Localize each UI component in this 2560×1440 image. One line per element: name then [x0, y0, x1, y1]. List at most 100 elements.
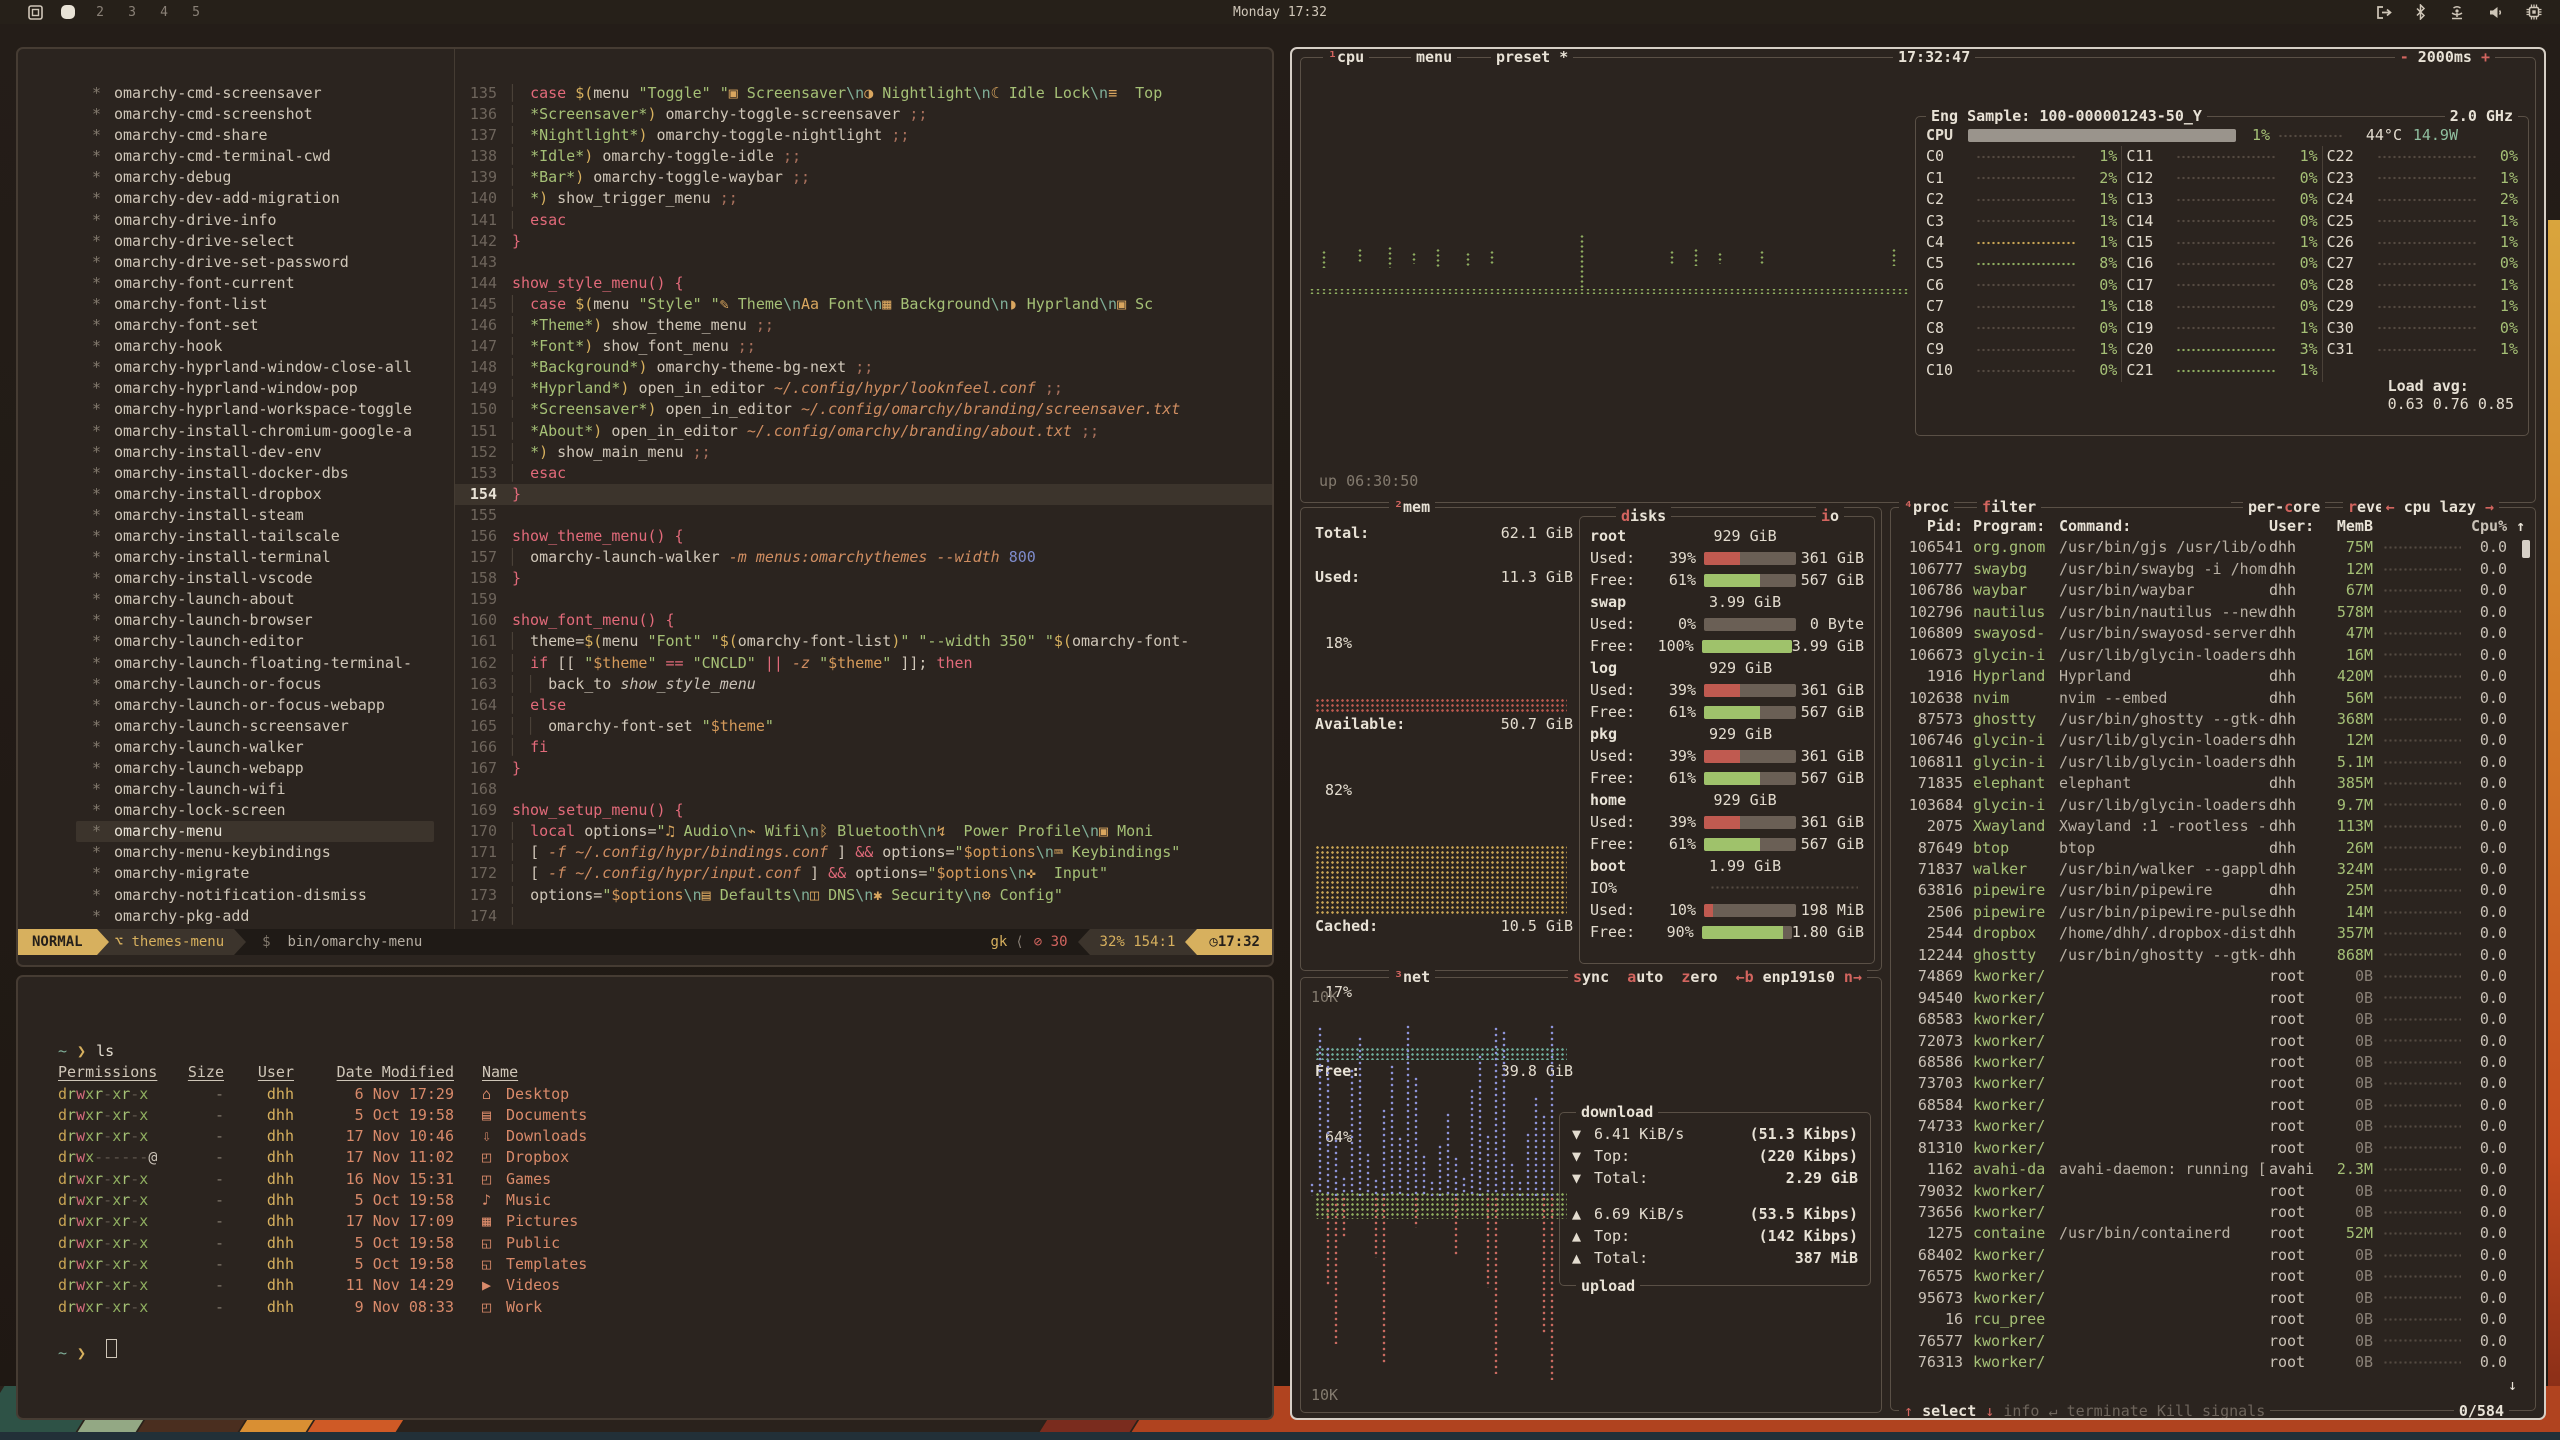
file-item[interactable]: *omarchy-launch-or-focus: [18, 674, 452, 695]
process-row[interactable]: 74869 kworker/ root 0B 0.0: [1891, 966, 2535, 987]
file-item[interactable]: *omarchy-debug: [18, 167, 452, 188]
file-item[interactable]: *omarchy-menu: [76, 821, 434, 842]
file-item[interactable]: *omarchy-launch-or-focus-webapp: [18, 695, 452, 716]
sort-selector[interactable]: ← cpu lazy →: [2381, 497, 2499, 517]
process-row[interactable]: 73703 kworker/ root 0B 0.0: [1891, 1073, 2535, 1094]
process-row[interactable]: 12244 ghostty /usr/bin/ghostty --gtk- dh…: [1891, 945, 2535, 966]
file-item[interactable]: *omarchy-cmd-screensaver: [18, 83, 452, 104]
process-row[interactable]: 76313 kworker/ root 0B 0.0: [1891, 1352, 2535, 1373]
file-item[interactable]: *omarchy-install-chromium-google-a: [18, 421, 452, 442]
process-row[interactable]: 103684 glycin-i /usr/lib/glycin-loaders …: [1891, 795, 2535, 816]
file-item[interactable]: *omarchy-cmd-terminal-cwd: [18, 146, 452, 167]
file-item[interactable]: *omarchy-drive-info: [18, 210, 452, 231]
process-row[interactable]: 68584 kworker/ root 0B 0.0: [1891, 1095, 2535, 1116]
process-row[interactable]: 73656 kworker/ root 0B 0.0: [1891, 1202, 2535, 1223]
file-item[interactable]: *omarchy-hyprland-window-close-all: [18, 357, 452, 378]
process-row[interactable]: 2075 Xwayland Xwayland :1 -rootless - dh…: [1891, 816, 2535, 837]
file-item[interactable]: *omarchy-cmd-share: [18, 125, 452, 146]
process-row[interactable]: 106786 waybar /usr/bin/waybar dhh 67M 0.…: [1891, 580, 2535, 601]
file-item[interactable]: *omarchy-launch-floating-terminal-: [18, 653, 452, 674]
process-row[interactable]: 72073 kworker/ root 0B 0.0: [1891, 1031, 2535, 1052]
file-item[interactable]: *omarchy-pkg-add: [18, 906, 452, 927]
process-row[interactable]: 79032 kworker/ root 0B 0.0: [1891, 1181, 2535, 1202]
file-item[interactable]: *omarchy-launch-walker: [18, 737, 452, 758]
entry-name[interactable]: ▤Documents: [454, 1105, 587, 1126]
preset-button[interactable]: preset *: [1491, 47, 1573, 67]
shell-prompt-line-2[interactable]: ~❯: [58, 1339, 1272, 1360]
entry-name[interactable]: ◱Templates: [454, 1254, 587, 1275]
file-item[interactable]: *omarchy-hyprland-workspace-toggle: [18, 399, 452, 420]
file-item[interactable]: *omarchy-font-list: [18, 294, 452, 315]
entry-name[interactable]: ▦Pictures: [454, 1211, 578, 1232]
io-tab[interactable]: io: [1816, 506, 1844, 526]
process-row[interactable]: 106809 swayosd- /usr/bin/swayosd-server …: [1891, 623, 2535, 644]
per-core-toggle[interactable]: per-core: [2243, 497, 2325, 517]
file-item[interactable]: *omarchy-dev-add-migration: [18, 188, 452, 209]
file-item[interactable]: *omarchy-launch-webapp: [18, 758, 452, 779]
file-item[interactable]: *omarchy-font-current: [18, 273, 452, 294]
file-item[interactable]: *omarchy-launch-wifi: [18, 779, 452, 800]
process-row[interactable]: 1916 Hyprland Hyprland dhh 420M 0.0: [1891, 666, 2535, 687]
file-item[interactable]: *omarchy-launch-screensaver: [18, 716, 452, 737]
process-row[interactable]: 71837 walker /usr/bin/walker --gappl dhh…: [1891, 859, 2535, 880]
process-row[interactable]: 76575 kworker/ root 0B 0.0: [1891, 1266, 2535, 1287]
file-item[interactable]: *omarchy-install-dev-env: [18, 442, 452, 463]
mem-tab[interactable]: ²mem: [1389, 497, 1435, 517]
file-item[interactable]: *omarchy-launch-editor: [18, 631, 452, 652]
process-row[interactable]: 68402 kworker/ root 0B 0.0: [1891, 1245, 2535, 1266]
file-item[interactable]: *omarchy-install-dropbox: [18, 484, 452, 505]
cpu-tab[interactable]: ¹cpu: [1323, 47, 1369, 67]
process-row[interactable]: 81310 kworker/ root 0B 0.0: [1891, 1138, 2535, 1159]
process-row[interactable]: 106541 org.gnom /usr/bin/gjs /usr/lib/o …: [1891, 537, 2535, 558]
file-item[interactable]: *omarchy-hook: [18, 336, 452, 357]
process-row[interactable]: 16 rcu_pree root 0B 0.0: [1891, 1309, 2535, 1330]
proc-scrollbar-thumb[interactable]: [2522, 540, 2530, 558]
process-row[interactable]: 106777 swaybg /usr/bin/swaybg -i /hom dh…: [1891, 559, 2535, 580]
process-row[interactable]: 68586 kworker/ root 0B 0.0: [1891, 1052, 2535, 1073]
disks-tab[interactable]: disks: [1616, 506, 1671, 526]
file-item[interactable]: *omarchy-lock-screen: [18, 800, 452, 821]
entry-name[interactable]: ◰Work: [454, 1297, 542, 1318]
process-row[interactable]: 1275 containe /usr/bin/containerd root 5…: [1891, 1223, 2535, 1244]
file-item[interactable]: *omarchy-install-vscode: [18, 568, 452, 589]
file-item[interactable]: *omarchy-menu-keybindings: [18, 842, 452, 863]
file-item[interactable]: *omarchy-font-set: [18, 315, 452, 336]
sort-arrow-icon[interactable]: ↑: [2507, 516, 2525, 537]
entry-name[interactable]: ⇩Downloads: [454, 1126, 587, 1147]
file-item[interactable]: *omarchy-launch-browser: [18, 610, 452, 631]
menu-button[interactable]: menu: [1411, 47, 1457, 67]
process-row[interactable]: 68583 kworker/ root 0B 0.0: [1891, 1009, 2535, 1030]
proc-tab[interactable]: ⁴proc: [1899, 497, 1954, 517]
process-row[interactable]: 76577 kworker/ root 0B 0.0: [1891, 1331, 2535, 1352]
process-row[interactable]: 94540 kworker/ root 0B 0.0: [1891, 988, 2535, 1009]
entry-name[interactable]: ♪Music: [454, 1190, 551, 1211]
file-item[interactable]: *omarchy-install-docker-dbs: [18, 463, 452, 484]
entry-name[interactable]: ◰Games: [454, 1169, 551, 1190]
process-row[interactable]: 2506 pipewire /usr/bin/pipewire-pulse dh…: [1891, 902, 2535, 923]
poll-rate-control[interactable]: - 2000ms +: [2395, 47, 2495, 67]
file-item[interactable]: *omarchy-notification-dismiss: [18, 885, 452, 906]
file-item[interactable]: *omarchy-install-tailscale: [18, 526, 452, 547]
entry-name[interactable]: ▶Videos: [454, 1275, 560, 1296]
process-row[interactable]: 106811 glycin-i /usr/lib/glycin-loaders …: [1891, 752, 2535, 773]
scroll-down-icon[interactable]: ↓: [2508, 1376, 2517, 1394]
file-item[interactable]: *omarchy-hyprland-window-pop: [18, 378, 452, 399]
process-row[interactable]: 87649 btop btop dhh 26M 0.0: [1891, 838, 2535, 859]
file-item[interactable]: *omarchy-drive-select: [18, 231, 452, 252]
process-row[interactable]: 87573 ghostty /usr/bin/ghostty --gtk- dh…: [1891, 709, 2535, 730]
process-row[interactable]: 102638 nvim nvim --embed dhh 56M 0.0: [1891, 688, 2535, 709]
entry-name[interactable]: ◰Dropbox: [454, 1147, 569, 1168]
process-row[interactable]: 71835 elephant elephant dhh 385M 0.0: [1891, 773, 2535, 794]
process-row[interactable]: 2544 dropbox /home/dhh/.dropbox-dist dhh…: [1891, 923, 2535, 944]
entry-name[interactable]: ⌂Desktop: [454, 1084, 569, 1105]
file-item[interactable]: *omarchy-migrate: [18, 863, 452, 884]
process-row[interactable]: 102796 nautilus /usr/bin/nautilus --new …: [1891, 602, 2535, 623]
filter-button[interactable]: filter: [1977, 497, 2041, 517]
file-item[interactable]: *omarchy-drive-set-password: [18, 252, 452, 273]
net-tab[interactable]: ³net: [1389, 967, 1435, 987]
file-item[interactable]: *omarchy-install-steam: [18, 505, 452, 526]
process-row[interactable]: 74733 kworker/ root 0B 0.0: [1891, 1116, 2535, 1137]
file-item[interactable]: *omarchy-install-terminal: [18, 547, 452, 568]
entry-name[interactable]: ◱Public: [454, 1233, 560, 1254]
file-item[interactable]: *omarchy-launch-about: [18, 589, 452, 610]
